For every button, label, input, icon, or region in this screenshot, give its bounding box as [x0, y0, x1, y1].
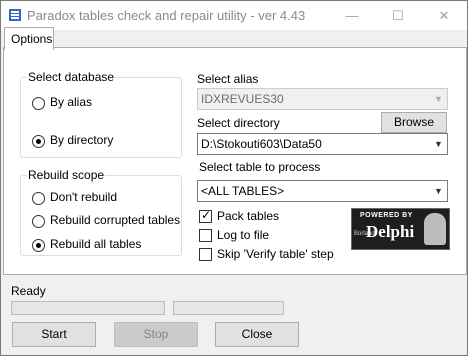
badge-powered-by: POWERED BY [360, 212, 413, 219]
powered-by-delphi-logo: POWERED BY Borland Delphi [351, 208, 450, 250]
radio-by-directory-dot [32, 135, 45, 148]
minimize-button[interactable]: — [329, 1, 375, 30]
skip-verify-label: Skip 'Verify table' step [217, 247, 334, 261]
chevron-down-icon: ▼ [434, 139, 443, 149]
select-database-legend: Select database [28, 70, 115, 84]
directory-value: D:\Stokouti603\Data50 [201, 137, 322, 151]
radio-rebuild-all-dot [32, 239, 45, 252]
directory-select[interactable]: D:\Stokouti603\Data50 ▼ [197, 133, 448, 155]
select-directory-label: Select directory [197, 116, 280, 130]
start-button-label: Start [41, 327, 67, 341]
app-window: Paradox tables check and repair utility … [0, 0, 468, 356]
tab-options-label: Options [11, 32, 53, 46]
app-icon [9, 9, 21, 21]
title-bar: Paradox tables check and repair utility … [1, 1, 467, 30]
table-value: <ALL TABLES> [201, 184, 285, 198]
stop-button-label: Stop [143, 327, 169, 341]
badge-brand: Delphi [366, 222, 415, 241]
select-alias-label: Select alias [197, 72, 259, 86]
radio-rebuild-all-label: Rebuild all tables [50, 237, 142, 251]
pack-tables-label: Pack tables [217, 209, 280, 223]
radio-by-alias-label: By alias [50, 95, 93, 109]
close-icon: ✕ [438, 8, 450, 23]
browse-button[interactable]: Browse [381, 112, 447, 133]
radio-by-directory-label: By directory [50, 133, 114, 147]
radio-by-alias-dot [32, 97, 45, 110]
minimize-icon: — [345, 8, 359, 23]
progress-bar-overall [11, 301, 165, 315]
close-window-button[interactable]: ✕ [421, 1, 467, 30]
radio-rebuild-corrupted-label: Rebuild corrupted tables [50, 213, 181, 227]
select-table-label: Select table to process [199, 160, 321, 174]
chevron-down-icon: ▼ [434, 94, 443, 104]
chevron-down-icon: ▼ [434, 186, 443, 196]
status-text: Ready [11, 284, 46, 298]
browse-button-label: Browse [393, 115, 434, 129]
log-to-file-label: Log to file [217, 228, 270, 242]
table-select[interactable]: <ALL TABLES> ▼ [197, 180, 448, 202]
stop-button[interactable]: Stop [114, 322, 198, 347]
radio-dont-rebuild-dot [32, 192, 45, 205]
delphi-oracle-icon [424, 213, 446, 245]
maximize-icon: ☐ [392, 8, 404, 23]
close-button[interactable]: Close [215, 322, 299, 347]
rebuild-scope-legend: Rebuild scope [28, 168, 105, 182]
log-to-file-box [199, 229, 212, 242]
radio-dont-rebuild-label: Don't rebuild [50, 190, 117, 204]
start-button[interactable]: Start [12, 322, 96, 347]
close-button-label: Close [241, 327, 273, 341]
pack-tables-box [199, 208, 212, 223]
alias-select[interactable]: IDXREVUES30 ▼ [197, 88, 448, 110]
maximize-button[interactable]: ☐ [375, 1, 421, 30]
window-title: Paradox tables check and repair utility … [27, 8, 306, 23]
tab-options[interactable]: Options [4, 27, 54, 50]
radio-rebuild-corrupted-dot [32, 215, 45, 228]
skip-verify-box [199, 248, 212, 261]
alias-value: IDXREVUES30 [201, 92, 284, 106]
progress-bar-current [173, 301, 284, 315]
